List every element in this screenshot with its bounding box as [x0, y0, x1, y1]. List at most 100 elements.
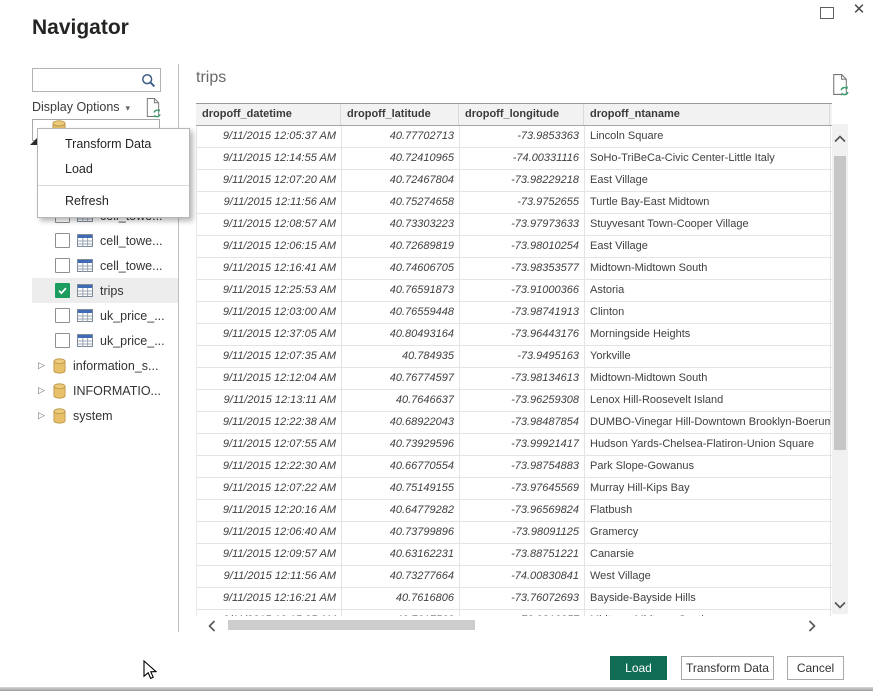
cell: -73.88751221	[460, 544, 585, 565]
maximize-icon[interactable]	[820, 7, 834, 19]
checkbox-uk-price[interactable]	[55, 333, 70, 348]
cell: 40.68922043	[342, 412, 460, 433]
scroll-down-icon[interactable]	[834, 596, 846, 608]
scroll-right-icon[interactable]	[808, 619, 820, 631]
horizontal-scrollbar-thumb[interactable]	[228, 620, 475, 630]
checkbox-cell-towe[interactable]	[55, 233, 70, 248]
table-row: 9/11/2015 12:20:16 AM40.64779282-73.9656…	[196, 500, 832, 522]
table-row: 9/11/2015 12:05:37 AM40.77702713-73.9853…	[196, 126, 832, 148]
checkbox-uk-price[interactable]	[55, 308, 70, 323]
tree-item-information-s[interactable]: ▷information_s...	[32, 353, 178, 378]
refresh-preview-icon[interactable]	[830, 73, 849, 96]
column-header-dropoff-longitude[interactable]: dropoff_longitude	[459, 104, 584, 125]
table-row: 9/11/2015 12:07:35 AM40.784935-73.949516…	[196, 346, 832, 368]
mouse-cursor	[143, 660, 157, 685]
horizontal-scrollbar[interactable]	[196, 616, 832, 634]
refresh-preview-icon[interactable]	[144, 97, 161, 118]
tree-item-cell-towe[interactable]: cell_towe...	[32, 228, 178, 253]
cell: -73.96259308	[460, 390, 585, 411]
column-header-dropoff-datetime[interactable]: dropoff_datetime	[196, 104, 341, 125]
cell: Astoria	[585, 280, 831, 301]
checkbox-cell-towe[interactable]	[55, 258, 70, 273]
chevron-right-icon[interactable]: ▷	[38, 378, 48, 403]
table-row: 9/11/2015 12:16:21 AM40.7616806-73.76072…	[196, 588, 832, 610]
search-icon[interactable]	[141, 73, 157, 89]
vertical-scrollbar-thumb[interactable]	[834, 156, 846, 450]
scroll-up-icon[interactable]	[834, 130, 846, 142]
cancel-button[interactable]: Cancel	[787, 656, 844, 680]
cell: Stuyvesant Town-Cooper Village	[585, 214, 831, 235]
display-options-dropdown[interactable]: Display Options▾	[32, 100, 130, 114]
load-button[interactable]: Load	[610, 656, 667, 680]
table-row: 9/11/2015 12:06:40 AM40.73799896-73.9809…	[196, 522, 832, 544]
cell: 40.77702713	[342, 126, 460, 147]
cell: Yorkville	[585, 346, 831, 367]
menu-item-refresh[interactable]: Refresh	[38, 189, 189, 214]
cell: Murray Hill-Kips Bay	[585, 478, 831, 499]
database-icon	[53, 358, 66, 374]
database-icon	[53, 383, 66, 399]
chevron-right-icon[interactable]: ▷	[38, 353, 48, 378]
cell: 9/11/2015 12:07:35 AM	[197, 346, 342, 367]
cell: -73.98741913	[460, 302, 585, 323]
cell: 40.76774597	[342, 368, 460, 389]
cell: 9/11/2015 12:08:57 AM	[197, 214, 342, 235]
cell: -73.99921417	[460, 434, 585, 455]
cell: 40.72467804	[342, 170, 460, 191]
cell: 9/11/2015 12:07:20 AM	[197, 170, 342, 191]
table-row: 9/11/2015 12:03:00 AM40.76559448-73.9874…	[196, 302, 832, 324]
table-icon	[77, 259, 93, 272]
menu-item-load[interactable]: Load	[38, 157, 189, 182]
cell: -74.00331116	[460, 148, 585, 169]
close-icon[interactable]: ✕	[850, 1, 868, 19]
cell: 9/11/2015 12:20:16 AM	[197, 500, 342, 521]
menu-item-transform-data[interactable]: Transform Data	[38, 132, 189, 157]
cell: 9/11/2015 12:11:56 AM	[197, 566, 342, 587]
cell: Lenox Hill-Roosevelt Island	[585, 390, 831, 411]
cell: 40.73929596	[342, 434, 460, 455]
cell: 40.75149155	[342, 478, 460, 499]
table-row: 9/11/2015 12:12:04 AM40.76774597-73.9813…	[196, 368, 832, 390]
chevron-right-icon[interactable]: ▷	[38, 403, 48, 428]
cell: -73.96443176	[460, 324, 585, 345]
column-header-dropoff-ntaname[interactable]: dropoff_ntaname	[584, 104, 830, 125]
transform-data-button[interactable]: Transform Data	[681, 656, 774, 680]
cell: East Village	[585, 236, 831, 257]
preview-table-body: 9/11/2015 12:05:37 AM40.77702713-73.9853…	[196, 126, 832, 632]
cell: Hudson Yards-Chelsea-Flatiron-Union Squa…	[585, 434, 831, 455]
tree-item-label: cell_towe...	[100, 259, 163, 273]
tree-item-system[interactable]: ▷ system	[32, 403, 178, 428]
search-input[interactable]	[35, 71, 143, 91]
tree-item-uk-price[interactable]: uk_price_...	[32, 303, 178, 328]
checkbox-trips[interactable]	[55, 283, 70, 298]
table-row: 9/11/2015 12:11:56 AM40.73277664-74.0083…	[196, 566, 832, 588]
cell: -73.97973633	[460, 214, 585, 235]
cell: 9/11/2015 12:06:40 AM	[197, 522, 342, 543]
table-row: 9/11/2015 12:08:57 AM40.73303223-73.9797…	[196, 214, 832, 236]
cell: 9/11/2015 12:07:55 AM	[197, 434, 342, 455]
scroll-left-icon[interactable]	[208, 619, 220, 631]
vertical-scrollbar[interactable]	[832, 124, 848, 614]
preview-table-header: dropoff_datetimedropoff_latitudedropoff_…	[196, 103, 832, 126]
cell: 40.7646637	[342, 390, 460, 411]
table-row: 9/11/2015 12:14:55 AM40.72410965-74.0033…	[196, 148, 832, 170]
cell: 40.66770554	[342, 456, 460, 477]
tree-item-label: system	[73, 409, 113, 423]
cell: 9/11/2015 12:25:53 AM	[197, 280, 342, 301]
cell: 9/11/2015 12:09:57 AM	[197, 544, 342, 565]
cell: Midtown-Midtown South	[585, 368, 831, 389]
table-icon	[77, 284, 93, 297]
navigator-tree: cell_towe...cell_towe...cell_towe...trip…	[32, 203, 178, 428]
table-icon	[77, 309, 93, 322]
tree-item-label: uk_price_...	[100, 334, 165, 348]
cell: 9/11/2015 12:37:05 AM	[197, 324, 342, 345]
tree-item-trips[interactable]: trips	[32, 278, 178, 303]
tree-item-uk-price[interactable]: uk_price_...	[32, 328, 178, 353]
tree-item-cell-towe[interactable]: cell_towe...	[32, 253, 178, 278]
cell: 40.76591873	[342, 280, 460, 301]
preview-title: trips	[196, 69, 226, 87]
tree-item-label: trips	[100, 284, 124, 298]
column-header-dropoff-latitude[interactable]: dropoff_latitude	[341, 104, 459, 125]
cell: 9/11/2015 12:03:00 AM	[197, 302, 342, 323]
tree-item-informatio[interactable]: ▷INFORMATIO...	[32, 378, 178, 403]
